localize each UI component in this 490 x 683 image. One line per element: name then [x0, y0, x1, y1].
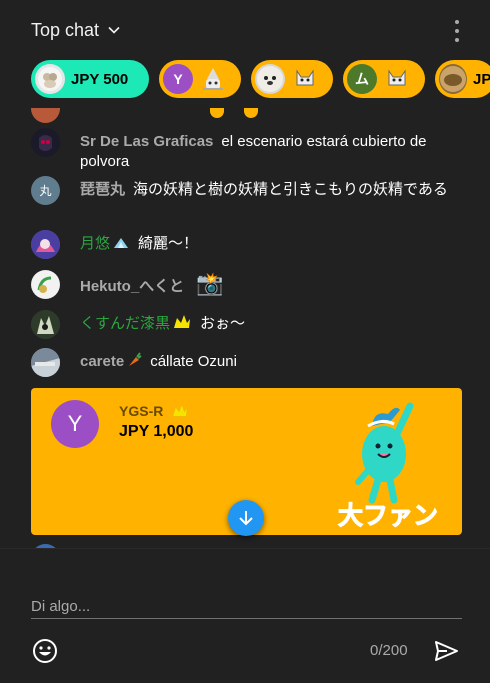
chevron-down-icon [108, 26, 120, 34]
author-name[interactable]: 琵琶丸 [80, 181, 125, 198]
message-text: 📸 [196, 271, 224, 296]
send-icon[interactable] [432, 637, 460, 665]
emoji-icon[interactable] [31, 637, 59, 665]
chat-input-area: 0/200 [0, 548, 490, 683]
sticker-caption: 大ファン [338, 501, 438, 530]
carrot-badge-icon [129, 352, 142, 366]
author-name[interactable]: Sr De Las Graficas [80, 133, 213, 150]
avatar [31, 270, 60, 299]
message-text: おぉ～ [200, 315, 246, 332]
avatar [35, 64, 65, 94]
chat-message: Hekuto_へくと 📸 [31, 270, 470, 299]
sticker-image-icon: 大ファン [337, 402, 439, 531]
avatar [31, 108, 60, 123]
chat-message-input[interactable] [31, 595, 462, 619]
live-chat-panel: Top chat JPY 500 Y ム JP Sr De Las Grafic… [0, 0, 490, 683]
message-text: cállate Ozuni [150, 353, 237, 370]
chat-message: Sr De Las Graficas el escenario estará cu… [31, 128, 470, 172]
ticker-item[interactable]: Y [159, 60, 241, 98]
ticker-item[interactable]: ム [343, 60, 425, 98]
ticker-amount: JP [473, 70, 490, 88]
author-name[interactable]: Hekuto_へくと [80, 278, 184, 295]
author-name[interactable]: 月悠 [80, 235, 110, 252]
paid-sticker-author[interactable]: YGS-R [119, 403, 189, 419]
avatar: 丸 [31, 176, 60, 205]
chat-message-list[interactable]: Sr De Las Graficas el escenario estará cu… [0, 108, 490, 548]
member-badge-icon [172, 404, 188, 417]
chat-message: carete cállate Ozuni [31, 348, 470, 377]
author-name[interactable]: carete [80, 353, 124, 370]
chat-message: 丸 琵琶丸 海の妖精と樹の妖精と引きこもりの妖精である [31, 176, 470, 205]
message-text: 海の妖精と樹の妖精と引きこもりの妖精である [133, 181, 448, 198]
avatar [439, 64, 467, 94]
member-badge-icon [114, 238, 129, 248]
ticker-item[interactable]: JPY 500 [31, 60, 149, 98]
avatar [31, 310, 60, 339]
ticker-item[interactable] [251, 60, 333, 98]
author-name[interactable]: くすんだ漆黒 [80, 315, 170, 332]
avatar [31, 128, 60, 157]
sticker-icon [296, 69, 314, 86]
message-text: 綺麗～！ [138, 235, 199, 252]
chat-message: 月悠 綺麗～！ [31, 230, 470, 259]
avatar [31, 348, 60, 377]
scroll-to-bottom-button[interactable] [228, 500, 264, 536]
ticker-amount: JPY 500 [71, 70, 129, 88]
avatar [31, 230, 60, 259]
list-item [31, 108, 470, 124]
sticker-icon [388, 69, 406, 86]
more-options-icon[interactable] [452, 20, 462, 42]
avatar: ム [347, 64, 377, 94]
chat-message: くすんだ漆黒 おぉ～ [31, 310, 470, 339]
chat-mode-title: Top chat [31, 19, 100, 40]
member-badge-icon [174, 315, 191, 328]
chat-header: Top chat [0, 0, 490, 60]
avatar: Y [163, 64, 193, 94]
avatar: Y [51, 400, 99, 448]
chat-mode-dropdown[interactable]: Top chat [31, 20, 121, 41]
ticker-item[interactable]: JP [435, 60, 490, 98]
super-chat-ticker: JPY 500 Y ム JP [31, 60, 490, 100]
paid-sticker-amount: JPY 1,000 [119, 423, 194, 440]
avatar [255, 64, 285, 94]
arrow-down-icon [239, 511, 253, 526]
sticker-icon [203, 68, 223, 90]
character-counter: 0/200 [370, 642, 408, 659]
